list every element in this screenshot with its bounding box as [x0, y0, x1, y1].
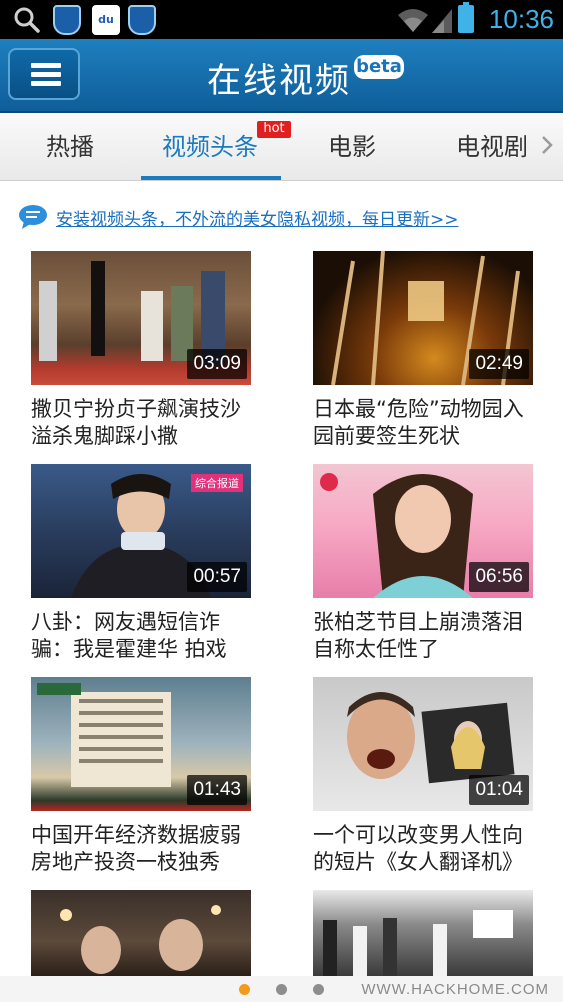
signal-icon: [432, 9, 452, 33]
video-thumbnail[interactable]: [31, 890, 251, 976]
shield-app-icon: [128, 5, 156, 35]
chevron-right-icon[interactable]: [540, 135, 554, 155]
video-title[interactable]: 八卦：网友遇短信诈骗：我是霍建华 拍戏: [31, 609, 261, 663]
page-title: 在线视频: [207, 61, 351, 101]
status-time: 10:36: [488, 4, 554, 34]
video-thumbnail[interactable]: 01:43: [31, 677, 251, 811]
hot-badge: hot: [257, 121, 291, 138]
page-dot[interactable]: [313, 984, 324, 995]
video-title[interactable]: 中国开年经济数据疲弱房地产投资一枝独秀: [31, 822, 261, 876]
video-thumbnail[interactable]: [313, 890, 533, 976]
video-duration: 03:09: [187, 349, 247, 379]
video-duration: 01:04: [469, 775, 529, 805]
video-thumbnail[interactable]: 03:09: [31, 251, 251, 385]
video-duration: 00:57: [187, 562, 247, 592]
page-dot[interactable]: [276, 984, 287, 995]
channel-overlay: 综合报道: [191, 474, 243, 492]
video-thumbnail[interactable]: 02:49: [313, 251, 533, 385]
battery-icon: [458, 2, 474, 33]
menu-button[interactable]: [8, 48, 80, 100]
wifi-icon: [398, 9, 428, 32]
video-title[interactable]: 一个可以改变男人性向的短片《女人翻译机》: [313, 822, 543, 876]
status-bar: du 10:36: [0, 0, 563, 39]
video-title[interactable]: 张柏芝节目上崩溃落泪自称太任性了: [313, 609, 543, 663]
video-duration: 01:43: [187, 775, 247, 805]
app-header: 在线视频 beta: [0, 39, 563, 113]
video-title[interactable]: 日本最“危险”动物园入园前要签生死状: [313, 396, 543, 450]
tab-video-headlines[interactable]: 视频头条: [162, 127, 258, 162]
tab-hot[interactable]: 热播: [46, 127, 94, 162]
tab-tv-series[interactable]: 电视剧: [456, 127, 528, 162]
video-thumbnail[interactable]: 01:04: [313, 677, 533, 811]
scene-illustration: [323, 910, 513, 976]
search-icon: [14, 7, 40, 33]
page-dot-active[interactable]: [239, 984, 250, 995]
beta-badge: beta: [354, 55, 404, 79]
promo-link[interactable]: 安装视频头条，不外流的美女隐私视频，每日更新>>: [56, 205, 459, 230]
tab-movies[interactable]: 电影: [328, 127, 376, 162]
scene-illustration: [60, 905, 221, 974]
page-indicator: WWW.HACKHOME.COM: [0, 976, 563, 1002]
video-thumbnail[interactable]: 06:56: [313, 464, 533, 598]
hamburger-menu-icon: [31, 63, 61, 68]
baidu-app-icon: du: [92, 5, 120, 35]
video-thumbnail[interactable]: 综合报道 00:57: [31, 464, 251, 598]
video-duration: 06:56: [469, 562, 529, 592]
watermark: WWW.HACKHOME.COM: [361, 981, 549, 998]
shield-app-icon: [53, 5, 81, 35]
chat-bubble-icon: [19, 205, 47, 229]
category-tabs: 热播 视频头条 hot 电影 电视剧: [0, 113, 563, 181]
video-title[interactable]: 撒贝宁扮贞子飙演技沙溢杀鬼脚踩小撒: [31, 396, 261, 450]
video-duration: 02:49: [469, 349, 529, 379]
active-tab-indicator: [141, 176, 281, 180]
